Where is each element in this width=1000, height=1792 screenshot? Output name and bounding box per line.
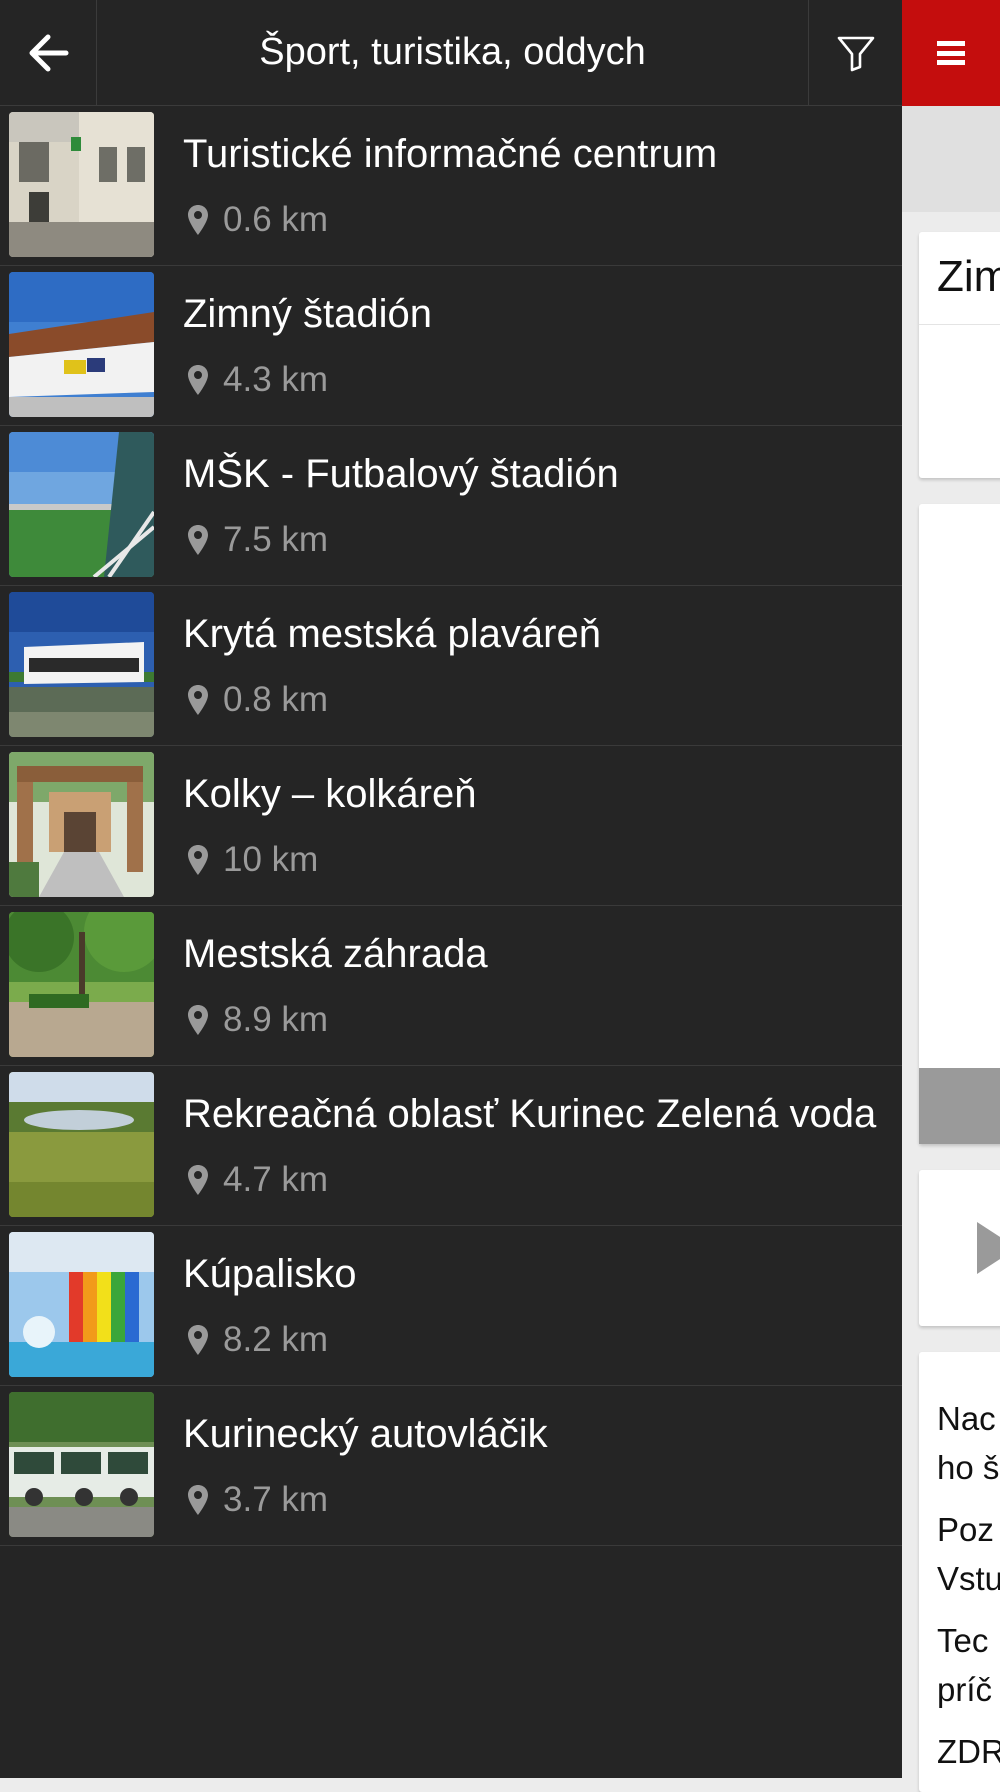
distance-row: 10 km — [187, 838, 318, 882]
list-item[interactable]: Zimný štadión 4.3 km — [0, 266, 902, 426]
description-line: príč — [937, 1671, 993, 1708]
back-button[interactable] — [0, 0, 97, 105]
category-sidebar: Šport, turistika, oddych Turistické info… — [0, 0, 902, 1778]
place-title: Krytá mestská plaváreň — [183, 612, 601, 656]
list-item[interactable]: Rekreačná oblasť Kurinec Zelená voda 4.7… — [0, 1066, 902, 1226]
place-title: Rekreačná oblasť Kurinec Zelená voda — [183, 1092, 877, 1136]
arrow-left-icon — [29, 34, 69, 71]
map-pin-icon — [188, 1325, 208, 1355]
place-thumbnail — [9, 912, 154, 1057]
distance-row: 0.8 km — [187, 678, 328, 722]
menu-button[interactable] — [902, 0, 1000, 106]
distance-row: 4.3 km — [187, 358, 328, 402]
description-line: Poz — [937, 1511, 994, 1548]
detail-title-card: Zim — [919, 232, 1000, 478]
place-distance: 10 km — [223, 840, 319, 879]
distance-row: 4.7 km — [187, 1158, 328, 1202]
sidebar-header: Šport, turistika, oddych — [0, 0, 902, 106]
media-caption-bar — [919, 1068, 1000, 1144]
place-distance: 8.9 km — [223, 1000, 329, 1039]
list-item[interactable]: Kúpalisko 8.2 km — [0, 1226, 902, 1386]
map-pin-icon — [188, 685, 208, 715]
place-distance: 4.3 km — [223, 360, 329, 399]
list-item[interactable]: Kurinecký autovláčik 3.7 km — [0, 1386, 902, 1546]
description-line: ZDR — [937, 1733, 1000, 1770]
list-item[interactable]: Krytá mestská plaváreň 0.8 km — [0, 586, 902, 746]
place-distance: 8.2 km — [223, 1320, 329, 1359]
map-pin-icon — [188, 525, 208, 555]
map-pin-icon — [188, 1485, 208, 1515]
place-thumbnail — [9, 1072, 154, 1217]
place-title: Zimný štadión — [183, 292, 432, 336]
place-distance: 3.7 km — [223, 1480, 329, 1519]
place-thumbnail — [9, 432, 154, 577]
place-thumbnail — [9, 592, 154, 737]
detail-video-card[interactable] — [919, 1170, 1000, 1326]
description-line: Tec — [937, 1622, 989, 1659]
hamburger-menu-icon — [937, 41, 965, 65]
distance-row: 8.9 km — [187, 998, 328, 1042]
description-line: Nac — [937, 1400, 996, 1437]
place-thumbnail — [9, 1232, 154, 1377]
distance-row: 8.2 km — [187, 1318, 328, 1362]
description-line: ho š — [937, 1449, 1000, 1486]
filter-button[interactable] — [808, 0, 902, 105]
page-title: Šport, turistika, oddych — [259, 31, 646, 73]
place-title: MŠK - Futbalový štadión — [183, 452, 619, 496]
place-thumbnail — [9, 1392, 154, 1537]
place-distance: 4.7 km — [223, 1160, 329, 1199]
detail-title: Zim — [937, 252, 1000, 301]
play-icon[interactable] — [977, 1222, 1000, 1274]
list-item[interactable]: Mestská záhrada 8.9 km — [0, 906, 902, 1066]
map-pin-icon — [188, 1165, 208, 1195]
place-distance: 0.6 km — [223, 200, 329, 239]
map-pin-icon — [188, 845, 208, 875]
place-thumbnail — [9, 752, 154, 897]
place-title: Kolky – kolkáreň — [183, 772, 477, 816]
detail-description-card: Nac ho š Poz Vstu Tec príč ZDR — [919, 1352, 1000, 1792]
place-title: Mestská záhrada — [183, 932, 488, 976]
place-distance: 7.5 km — [223, 520, 329, 559]
place-thumbnail — [9, 112, 154, 257]
map-pin-icon — [188, 365, 208, 395]
distance-row: 7.5 km — [187, 518, 328, 562]
detail-media-card — [919, 504, 1000, 1144]
list-item[interactable]: Turistické informačné centrum 0.6 km — [0, 106, 902, 266]
place-title: Turistické informačné centrum — [183, 132, 718, 176]
list-item[interactable]: MŠK - Futbalový štadión 7.5 km — [0, 426, 902, 586]
description-line: Vstu — [937, 1560, 1000, 1597]
place-thumbnail — [9, 272, 154, 417]
place-title: Kurinecký autovláčik — [183, 1412, 548, 1456]
distance-row: 0.6 km — [187, 198, 328, 242]
divider — [919, 324, 1000, 325]
place-distance: 0.8 km — [223, 680, 329, 719]
distance-row: 3.7 km — [187, 1478, 328, 1522]
list-item[interactable]: Kolky – kolkáreň 10 km — [0, 746, 902, 906]
map-pin-icon — [188, 1005, 208, 1035]
place-list: Turistické informačné centrum 0.6 km Zim… — [0, 106, 902, 1546]
detail-subheader-strip — [902, 106, 1000, 212]
funnel-filter-icon — [837, 36, 874, 71]
map-pin-icon — [188, 205, 208, 235]
place-title: Kúpalisko — [183, 1252, 357, 1296]
